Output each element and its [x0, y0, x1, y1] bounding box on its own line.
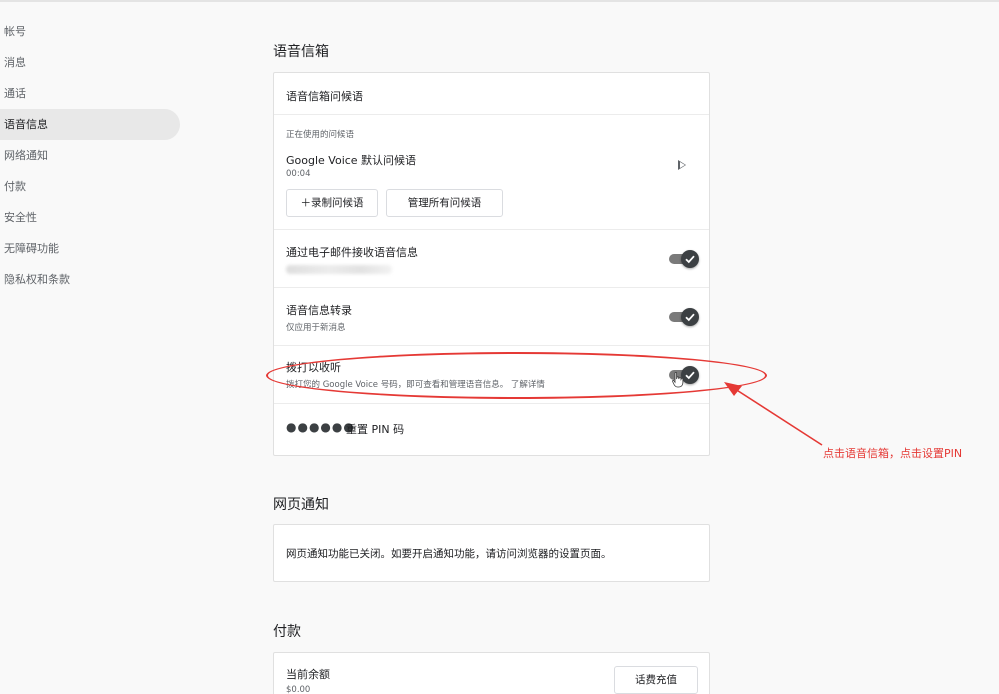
transcription-row: 语音信息转录 仅应用于新消息 [274, 288, 709, 346]
reset-pin-link[interactable]: 重置 PIN 码 [346, 421, 404, 437]
redacted-email [286, 265, 392, 274]
web-notifications-title: 网页通知 [273, 497, 329, 513]
transcription-toggle[interactable] [669, 307, 699, 327]
sidebar-item-messages[interactable]: 消息 [0, 47, 180, 78]
play-icon[interactable] [678, 160, 686, 170]
balance-value: $0.00 [286, 685, 311, 694]
sidebar-item-security[interactable]: 安全性 [0, 202, 180, 233]
payments-card: 当前余额 $0.00 话费充值 [273, 652, 710, 694]
greeting-name: Google Voice 默认问候语 [286, 154, 417, 167]
email-voicemail-toggle[interactable] [669, 249, 699, 269]
transcription-sub: 仅应用于新消息 [286, 323, 346, 333]
sidebar-item-payments[interactable]: 付款 [0, 171, 180, 202]
sidebar-item-account[interactable]: 帐号 [0, 16, 180, 47]
dial-to-listen-label: 拨打以收听 [286, 361, 341, 374]
email-voicemail-label: 通过电子邮件接收语音信息 [286, 246, 418, 259]
sidebar-item-privacy-terms[interactable]: 隐私权和条款 [0, 264, 180, 295]
check-icon [685, 313, 695, 322]
email-voicemail-row: 通过电子邮件接收语音信息 [274, 230, 709, 288]
current-greeting-row: 正在使用的问候语 Google Voice 默认问候语 00:04 ＋录制问候语… [274, 115, 709, 230]
check-icon [685, 371, 695, 380]
pin-masked: ●●●●●● [286, 420, 355, 434]
sidebar-item-calls[interactable]: 通话 [0, 78, 180, 109]
annotation-arrow [724, 382, 823, 446]
greeting-header: 语音信箱问候语 [286, 90, 363, 103]
record-greeting-button[interactable]: ＋录制问候语 [286, 189, 378, 217]
sidebar-item-web-notifications[interactable]: 网络通知 [0, 140, 180, 171]
dial-to-listen-sub: 拨打您的 Google Voice 号码，即可查看和管理语音信息。 了解详情 [286, 380, 545, 390]
sidebar-item-accessibility[interactable]: 无障碍功能 [0, 233, 180, 264]
web-notifications-card: 网页通知功能已关闭。如要开启通知功能，请访问浏览器的设置页面。 [273, 524, 710, 582]
payments-title: 付款 [273, 624, 301, 640]
balance-label: 当前余额 [286, 668, 330, 681]
settings-sidebar: 帐号 消息 通话 语音信息 网络通知 付款 安全性 无障碍功能 隐私权和条款 [0, 16, 180, 295]
current-greeting-label: 正在使用的问候语 [286, 130, 355, 140]
transcription-label: 语音信息转录 [286, 304, 352, 317]
hand-cursor-icon [672, 372, 684, 388]
manage-greetings-button[interactable]: 管理所有问候语 [386, 189, 503, 217]
greeting-header-row: 语音信箱问候语 [274, 73, 709, 115]
greeting-duration: 00:04 [286, 169, 311, 179]
top-up-button[interactable]: 话费充值 [614, 666, 698, 694]
top-divider [0, 0, 999, 2]
dial-to-listen-row: 拨打以收听 拨打您的 Google Voice 号码，即可查看和管理语音信息。 … [274, 346, 709, 404]
check-icon [685, 255, 695, 264]
voicemail-section-title: 语音信箱 [273, 44, 329, 60]
sidebar-item-voicemail[interactable]: 语音信息 [0, 109, 180, 140]
web-notifications-text: 网页通知功能已关闭。如要开启通知功能，请访问浏览器的设置页面。 [286, 548, 612, 560]
pin-row: ●●●●●● 重置 PIN 码 [274, 404, 709, 457]
voicemail-card: 语音信箱问候语 正在使用的问候语 Google Voice 默认问候语 00:0… [273, 72, 710, 456]
annotation-text: 点击语音信箱，点击设置PIN [823, 447, 963, 460]
